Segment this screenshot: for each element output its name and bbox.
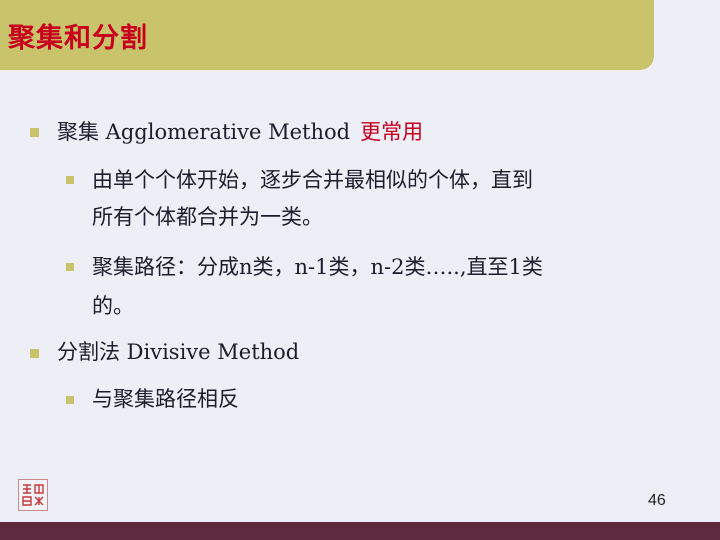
highlight-text: 更常用 [360, 120, 424, 144]
seal-glyph-icon [22, 484, 44, 506]
sub-item-line: 聚集路径：分成n类，n-1类，n-2类…..,直至1类 [92, 255, 543, 279]
sub-item-line: 的。 [92, 294, 134, 318]
footer-bar [0, 522, 720, 540]
square-bullet-icon [66, 263, 74, 271]
square-bullet-icon [30, 349, 39, 358]
bullet-item-divisive: 分割法 Divisive Method [57, 340, 300, 364]
sub-item-line: 所有个体都合并为一类。 [92, 205, 323, 229]
slide-title: 聚集和分割 [8, 23, 148, 54]
item-text: 聚集 Agglomerative Method [57, 120, 351, 144]
bullet-item-agglomerative: 聚集 Agglomerative Method 更常用 [57, 122, 423, 143]
square-bullet-icon [66, 396, 74, 404]
square-bullet-icon [66, 176, 74, 184]
sub-item-line: 与聚集路径相反 [92, 387, 239, 411]
seal-stamp-icon [18, 479, 48, 511]
square-bullet-icon [30, 128, 39, 137]
page-number: 46 [648, 492, 666, 509]
sub-item-line: 由单个个体开始，逐步合并最相似的个体，直到 [92, 168, 533, 192]
